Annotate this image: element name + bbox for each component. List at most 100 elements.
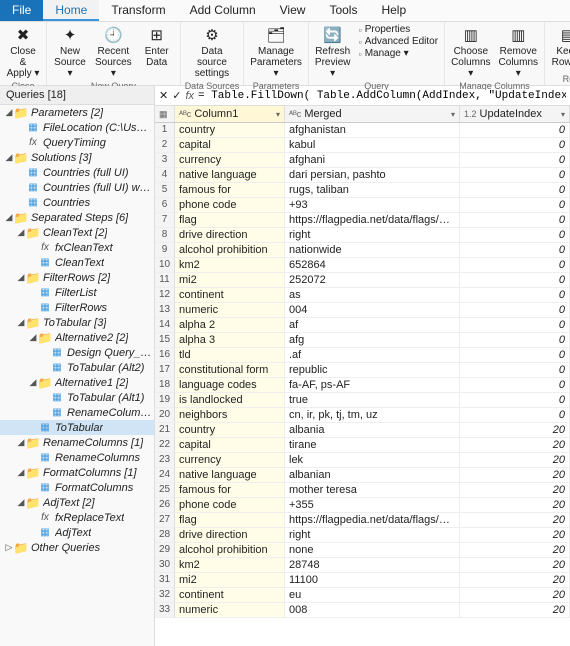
table-row[interactable]: 20neighborscn, ir, pk, tj, tm, uz0 (155, 408, 570, 423)
cell[interactable]: 20 (460, 588, 570, 603)
cell[interactable]: albania (285, 423, 460, 438)
filter-icon[interactable]: ▾ (276, 110, 280, 119)
row-number[interactable]: 14 (155, 318, 175, 333)
cell[interactable]: alpha 3 (175, 333, 285, 348)
expand-icon[interactable]: ◢ (16, 227, 26, 238)
cell[interactable]: famous for (175, 483, 285, 498)
tree-folder[interactable]: ◢📁Parameters [2] (0, 105, 154, 120)
row-number[interactable]: 28 (155, 528, 175, 543)
tree-item[interactable]: ▦Design Query_Trans... (0, 345, 154, 360)
row-number[interactable]: 19 (155, 393, 175, 408)
table-row[interactable]: 32continenteu20 (155, 588, 570, 603)
row-number[interactable]: 3 (155, 153, 175, 168)
row-number[interactable]: 21 (155, 423, 175, 438)
formula-input[interactable] (198, 90, 566, 102)
cell[interactable]: 0 (460, 243, 570, 258)
close-icon[interactable]: ✕ (159, 89, 168, 102)
tree-item[interactable]: ▦RenameColumns (0, 450, 154, 465)
cell[interactable]: fa-AF, ps-AF (285, 378, 460, 393)
tree-folder[interactable]: ◢📁ToTabular [3] (0, 315, 154, 330)
cell[interactable]: country (175, 123, 285, 138)
cell[interactable]: alpha 2 (175, 318, 285, 333)
cell[interactable]: 0 (460, 213, 570, 228)
cell[interactable]: neighbors (175, 408, 285, 423)
table-row[interactable]: 10km26528640 (155, 258, 570, 273)
table-row[interactable]: 30km22874820 (155, 558, 570, 573)
cell[interactable]: 0 (460, 363, 570, 378)
tree-item[interactable]: ▦FileLocation (C:\Users\L... (0, 120, 154, 135)
table-row[interactable]: 13numeric0040 (155, 303, 570, 318)
cell[interactable]: republic (285, 363, 460, 378)
cell[interactable]: 0 (460, 228, 570, 243)
cell[interactable]: kabul (285, 138, 460, 153)
cell[interactable]: constitutional form (175, 363, 285, 378)
ribbon-btn[interactable]: 🔄RefreshPreview ▾ (313, 24, 353, 80)
expand-icon[interactable]: ◢ (16, 497, 26, 508)
cell[interactable]: afg (285, 333, 460, 348)
cell[interactable]: .af (285, 348, 460, 363)
cell[interactable]: +355 (285, 498, 460, 513)
cell[interactable]: 0 (460, 303, 570, 318)
cell[interactable]: 0 (460, 198, 570, 213)
row-number[interactable]: 17 (155, 363, 175, 378)
row-number[interactable]: 13 (155, 303, 175, 318)
tab-file[interactable]: File (0, 0, 43, 21)
ribbon-stack-item[interactable]: ▫Advanced Editor (356, 36, 440, 47)
cell[interactable]: albanian (285, 468, 460, 483)
cell[interactable]: mi2 (175, 573, 285, 588)
table-row[interactable]: 33numeric00820 (155, 603, 570, 618)
cell[interactable]: 20 (460, 423, 570, 438)
tree-folder[interactable]: ◢📁Alternative1 [2] (0, 375, 154, 390)
tree-folder[interactable]: ◢📁RenameColumns [1] (0, 435, 154, 450)
expand-icon[interactable]: ◢ (16, 272, 26, 283)
table-row[interactable]: 21countryalbania20 (155, 423, 570, 438)
table-row[interactable]: 11mi22520720 (155, 273, 570, 288)
cell[interactable]: lek (285, 453, 460, 468)
cell[interactable]: 252072 (285, 273, 460, 288)
row-number[interactable]: 22 (155, 438, 175, 453)
cell[interactable]: right (285, 528, 460, 543)
cell[interactable]: right (285, 228, 460, 243)
cell[interactable]: 20 (460, 438, 570, 453)
ribbon-btn[interactable]: 🕘RecentSources ▾ (93, 24, 134, 80)
row-number[interactable]: 11 (155, 273, 175, 288)
cell[interactable]: alcohol prohibition (175, 543, 285, 558)
cell[interactable]: numeric (175, 603, 285, 618)
tree-item[interactable]: ▦FormatColumns (0, 480, 154, 495)
cell[interactable]: drive direction (175, 228, 285, 243)
tree-item[interactable]: ▦FilterList (0, 285, 154, 300)
cell[interactable]: continent (175, 288, 285, 303)
cell[interactable]: continent (175, 588, 285, 603)
row-number[interactable]: 6 (155, 198, 175, 213)
cell[interactable]: 652864 (285, 258, 460, 273)
cell[interactable]: https://flagpedia.net/data/flags/h80/al.… (285, 513, 460, 528)
cell[interactable]: 28748 (285, 558, 460, 573)
ribbon-btn[interactable]: ▥ChooseColumns ▾ (449, 24, 492, 80)
cell[interactable]: none (285, 543, 460, 558)
expand-icon[interactable]: ◢ (28, 377, 38, 388)
table-row[interactable]: 23currencylek20 (155, 453, 570, 468)
row-number[interactable]: 10 (155, 258, 175, 273)
expand-icon[interactable]: ◢ (4, 212, 14, 223)
row-number[interactable]: 7 (155, 213, 175, 228)
cell[interactable]: 20 (460, 543, 570, 558)
cell[interactable]: capital (175, 138, 285, 153)
cell[interactable]: km2 (175, 258, 285, 273)
cell[interactable]: eu (285, 588, 460, 603)
cell[interactable]: native language (175, 468, 285, 483)
cell[interactable]: famous for (175, 183, 285, 198)
cell[interactable]: capital (175, 438, 285, 453)
tree-item[interactable]: ▦AdjText (0, 525, 154, 540)
cell[interactable]: currency (175, 453, 285, 468)
table-row[interactable]: 28drive directionright20 (155, 528, 570, 543)
table-row[interactable]: 14alpha 2af0 (155, 318, 570, 333)
cell[interactable]: country (175, 423, 285, 438)
cell[interactable]: 20 (460, 513, 570, 528)
cell[interactable]: 11100 (285, 573, 460, 588)
expand-icon[interactable]: ◢ (16, 467, 26, 478)
table-row[interactable]: 27flaghttps://flagpedia.net/data/flags/h… (155, 513, 570, 528)
cell[interactable]: 0 (460, 153, 570, 168)
table-row[interactable]: 7flaghttps://flagpedia.net/data/flags/h8… (155, 213, 570, 228)
cell[interactable]: 0 (460, 393, 570, 408)
cell[interactable]: 004 (285, 303, 460, 318)
